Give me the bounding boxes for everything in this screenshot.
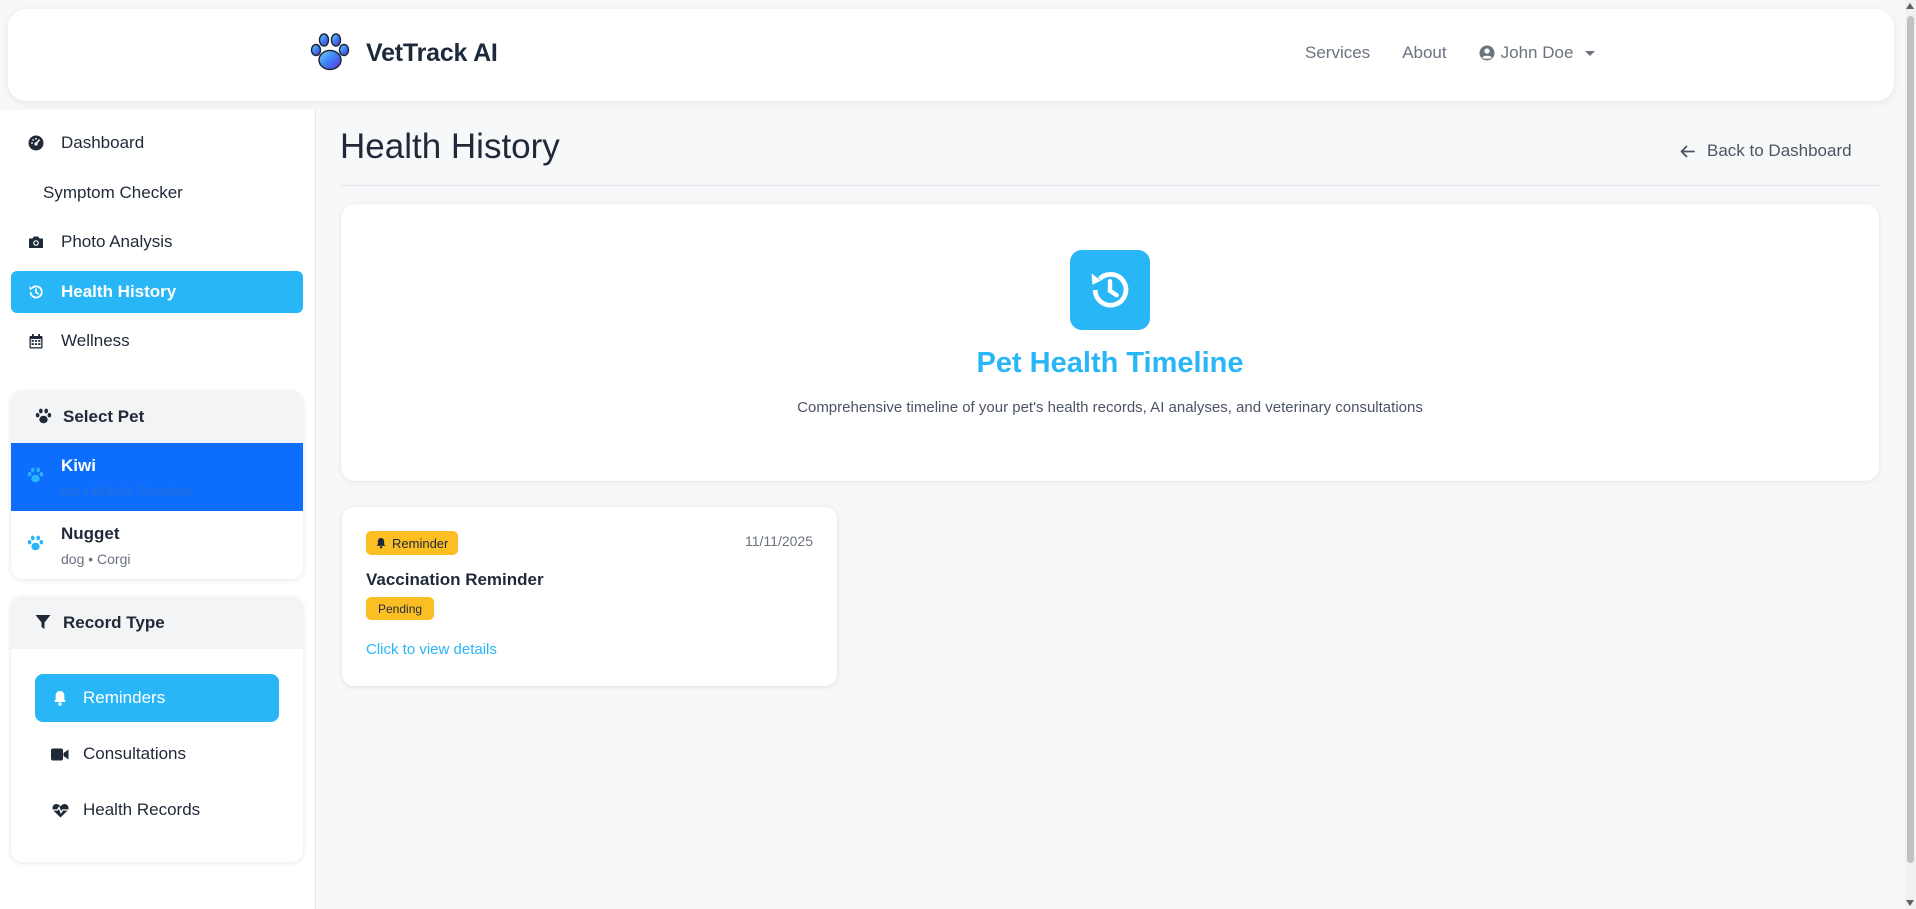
arrow-left-icon	[1680, 145, 1695, 158]
pet-meta: dog • Corgi	[61, 550, 131, 567]
calendar-icon	[27, 332, 45, 350]
record-card[interactable]: Reminder 11/11/2025 Vaccination Reminder…	[342, 507, 837, 686]
paw-icon	[27, 467, 47, 487]
pet-name: Kiwi	[61, 455, 96, 475]
sidebar-item-symptom-checker[interactable]: Symptom Checker	[11, 172, 303, 214]
sidebar-item-label: Photo Analysis	[61, 232, 173, 251]
scrollbar-thumb[interactable]	[1907, 16, 1914, 863]
top-navbar: VetTrack AI Services About John Doe	[8, 9, 1894, 101]
heart-pulse-icon	[51, 801, 69, 819]
record-type-health-records[interactable]: Health Records	[35, 786, 279, 834]
brand-name: VetTrack AI	[366, 38, 498, 67]
sidebar-item-label: Symptom Checker	[43, 182, 183, 202]
record-type-label: Health Records	[83, 800, 201, 819]
paw-icon	[27, 535, 47, 555]
sidebar-item-health-history[interactable]: Health History	[11, 270, 303, 313]
record-type-consultations[interactable]: Consultations	[35, 730, 279, 778]
paw-icon	[35, 408, 53, 426]
record-type-label: Consultations	[83, 744, 187, 763]
sidebar-item-wellness[interactable]: Wellness	[11, 320, 303, 362]
timeline-hero-card: Pet Health Timeline Comprehensive timeli…	[341, 204, 1879, 481]
gauge-icon	[27, 134, 45, 152]
chevron-down-icon	[1585, 50, 1596, 56]
pet-item-nugget[interactable]: Nugget dog • Corgi	[11, 511, 303, 579]
filter-icon	[35, 614, 53, 632]
sidebar: Dashboard Symptom Checker Photo Analysis…	[0, 110, 316, 909]
record-type-badge-label: Reminder	[392, 535, 449, 551]
brand[interactable]: VetTrack AI	[308, 31, 498, 75]
back-to-dashboard-link[interactable]: Back to Dashboard	[1680, 141, 1852, 161]
sidebar-item-dashboard[interactable]: Dashboard	[11, 122, 303, 164]
user-menu-dropdown[interactable]: John Doe	[1479, 43, 1596, 63]
record-title: Vaccination Reminder	[366, 570, 544, 589]
nav-services-link[interactable]: Services	[1305, 43, 1370, 63]
sidebar-item-label: Health History	[61, 281, 177, 301]
user-name: John Doe	[1500, 43, 1574, 62]
video-icon	[51, 745, 69, 763]
pet-name: Nugget	[61, 523, 120, 543]
scroll-up-arrow-icon[interactable]	[1906, 3, 1914, 9]
camera-icon	[27, 233, 45, 251]
status-badge: Pending	[366, 597, 435, 620]
pet-item-kiwi[interactable]: Kiwi cat • British Shorthair	[11, 443, 303, 511]
record-type-list: Reminders Consultations Health Records	[11, 649, 303, 852]
nav-about-link[interactable]: About	[1402, 43, 1446, 63]
record-type-panel: Record Type Reminders Consultations Heal…	[11, 597, 303, 862]
sidebar-item-label: Dashboard	[61, 133, 145, 152]
page-scrollbar[interactable]	[1905, 0, 1916, 909]
record-type-header: Record Type	[11, 597, 303, 649]
top-nav: Services About John Doe	[1305, 43, 1596, 63]
scroll-down-arrow-icon[interactable]	[1906, 900, 1914, 906]
view-details-link[interactable]: Click to view details	[366, 641, 497, 658]
hero-title: Pet Health Timeline	[976, 347, 1244, 379]
select-pet-panel: Select Pet Kiwi cat • British Shorthair …	[11, 391, 303, 579]
record-type-reminders[interactable]: Reminders	[35, 674, 279, 722]
record-type-badge: Reminder	[366, 531, 459, 555]
record-date: 11/11/2025	[745, 533, 813, 549]
bell-icon	[51, 689, 69, 707]
history-icon	[1070, 250, 1150, 330]
pet-info: Nugget dog • Corgi	[61, 524, 131, 567]
record-type-label: Reminders	[83, 688, 166, 707]
pet-info: Kiwi cat • British Shorthair	[61, 456, 192, 499]
page-title: Health History	[340, 127, 560, 166]
title-divider	[340, 185, 1880, 186]
record-type-title: Record Type	[63, 613, 165, 632]
history-icon	[27, 283, 45, 301]
bell-icon	[376, 537, 386, 549]
hero-subtitle: Comprehensive timeline of your pet's hea…	[797, 399, 1423, 416]
select-pet-title: Select Pet	[63, 407, 145, 426]
sidebar-item-photo-analysis[interactable]: Photo Analysis	[11, 221, 303, 263]
paw-logo-icon	[308, 31, 352, 75]
back-label: Back to Dashboard	[1707, 141, 1852, 160]
sidebar-item-label: Wellness	[61, 331, 130, 350]
pet-meta: cat • British Shorthair	[61, 482, 192, 499]
select-pet-header: Select Pet	[11, 391, 303, 443]
user-circle-icon	[1479, 45, 1495, 61]
sidebar-nav: Dashboard Symptom Checker Photo Analysis…	[11, 122, 303, 370]
